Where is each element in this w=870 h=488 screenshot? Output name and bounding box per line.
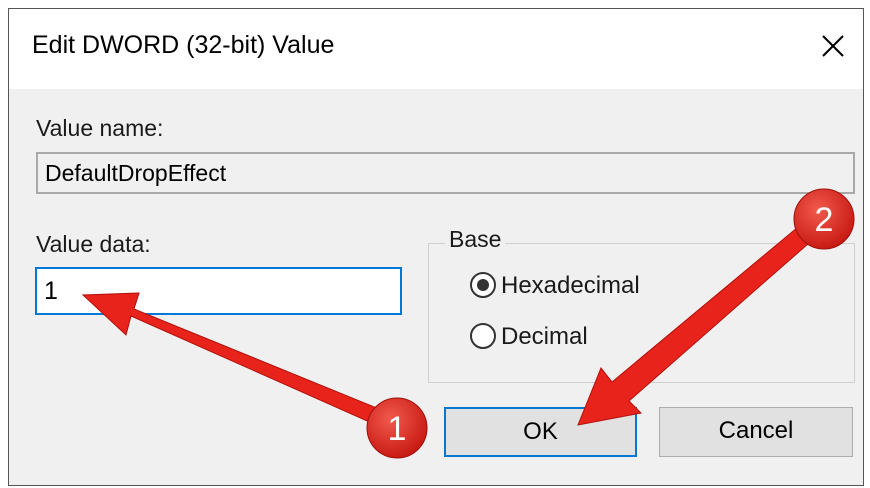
arrow-1 (81, 292, 390, 429)
marker-2-label: 2 (815, 201, 834, 239)
marker-1-label: 1 (388, 410, 407, 448)
marker-2-badge: 2 (793, 188, 855, 250)
annotation-overlay: 1 2 (81, 188, 855, 459)
marker-1-badge: 1 (366, 397, 428, 459)
arrow-2 (577, 221, 818, 426)
